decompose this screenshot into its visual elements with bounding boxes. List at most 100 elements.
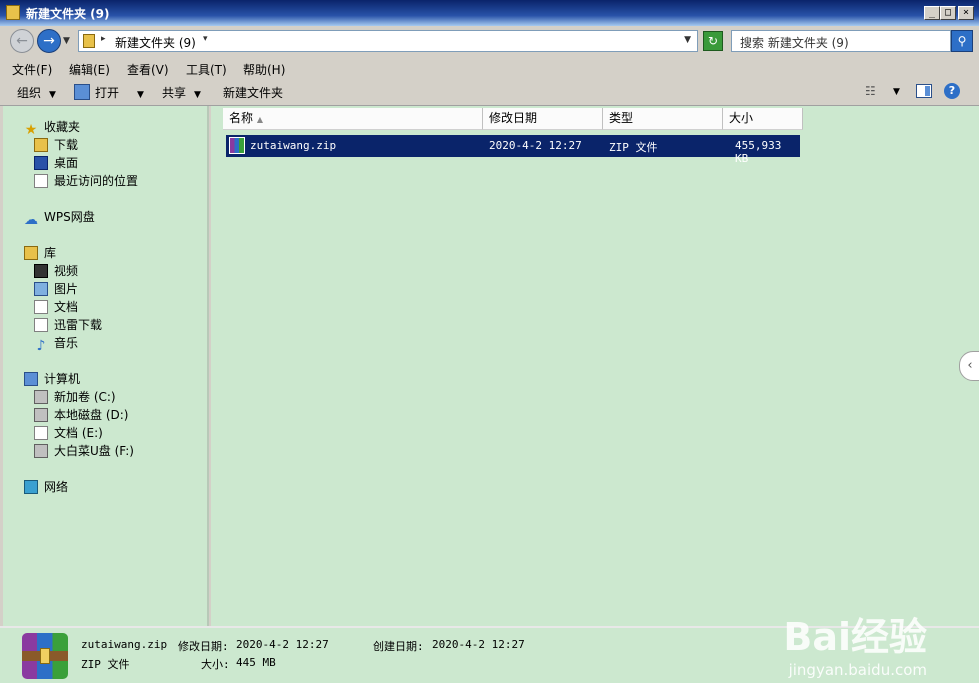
breadcrumb-chevron-icon[interactable]: ▾	[203, 34, 208, 44]
nav-label: 最近访问的位置	[54, 174, 139, 188]
library-icon	[24, 246, 38, 260]
nav-item-drive-f[interactable]: 大白菜U盘 (F:)	[34, 442, 134, 459]
details-filename: zutaiwang.zip	[81, 638, 168, 651]
recent-pages-dropdown[interactable]: ▼	[63, 36, 70, 46]
maximize-button[interactable]: □	[940, 6, 956, 20]
computer-icon	[24, 372, 38, 386]
details-pane: zutaiwang.zip 修改日期: 2020-4-2 12:27 创建日期:…	[0, 615, 979, 683]
menu-tools[interactable]: 工具(T)	[186, 61, 227, 78]
nav-label: 图片	[54, 282, 79, 296]
view-options-icon[interactable]: ☷	[865, 84, 876, 98]
archive-buckle	[40, 648, 50, 664]
table-row[interactable]: zutaiwang.zip 2020-4-2 12:27 ZIP 文件 455,…	[226, 135, 800, 165]
file-size: 455,933 KB	[735, 139, 782, 165]
picture-icon	[34, 282, 48, 296]
nav-label: 迅雷下载	[54, 318, 103, 332]
downloads-folder-icon	[34, 138, 48, 152]
file-list: 名称 ▲ 修改日期 类型 大小 zutaiwang.zip 2020-4-2 1…	[211, 106, 957, 626]
share-label: 共享	[162, 86, 187, 100]
search-button[interactable]: ⚲	[951, 30, 973, 52]
drive-icon	[34, 426, 48, 440]
column-header-name[interactable]: 名称 ▲	[223, 108, 483, 130]
title-bar: 新建文件夹 (9) _ □ ×	[0, 0, 979, 26]
nav-item-videos[interactable]: 视频	[34, 262, 78, 279]
nav-network[interactable]: 网络	[24, 478, 68, 495]
address-box[interactable]: ▸ 新建文件夹 (9) ▾ ▼	[78, 30, 698, 52]
nav-item-drive-d[interactable]: 本地磁盘 (D:)	[34, 406, 128, 423]
breadcrumb[interactable]: 新建文件夹 (9)	[115, 34, 196, 51]
nav-label: WPS网盘	[44, 210, 95, 224]
music-note-icon: ♪	[36, 338, 46, 354]
preview-pane-icon[interactable]	[916, 84, 932, 98]
search-input[interactable]: 搜索 新建文件夹 (9)	[731, 30, 951, 52]
details-modified-label: 修改日期:	[178, 640, 229, 653]
menu-bar: 文件(F) 编辑(E) 查看(V) 工具(T) 帮助(H)	[0, 58, 979, 78]
details-size: 445 MB	[236, 656, 276, 669]
organize-label: 组织	[17, 86, 42, 100]
minimize-button[interactable]: _	[924, 6, 940, 20]
nav-label: 桌面	[54, 156, 79, 170]
nav-item-desktop[interactable]: 桌面	[34, 154, 78, 171]
nav-wps-cloud[interactable]: ☁ WPS网盘	[24, 208, 95, 227]
nav-item-downloads[interactable]: 下载	[34, 136, 78, 153]
cloud-icon: ☁	[24, 212, 38, 228]
folder-icon	[6, 5, 20, 20]
zip-archive-icon	[229, 137, 245, 154]
nav-label: 文档 (E:)	[54, 426, 103, 440]
forward-button[interactable]: →	[37, 29, 61, 53]
menu-edit[interactable]: 编辑(E)	[69, 61, 110, 78]
close-button[interactable]: ×	[958, 6, 974, 20]
new-folder-button[interactable]: 新建文件夹	[223, 84, 283, 101]
nav-item-music[interactable]: ♪ 音乐	[34, 334, 78, 353]
organize-button[interactable]: 组织 ▼	[17, 84, 56, 101]
document-icon	[34, 300, 48, 314]
desktop-icon	[34, 156, 48, 170]
column-header-type[interactable]: 类型	[603, 108, 723, 130]
search-icon: ⚲	[957, 34, 967, 48]
nav-label: 下载	[54, 138, 79, 152]
menu-view[interactable]: 查看(V)	[127, 61, 169, 78]
baidu-watermark: Bai经验	[783, 615, 927, 659]
network-icon	[24, 480, 38, 494]
right-pane-edge: ‹	[957, 106, 979, 626]
nav-item-thunder[interactable]: 迅雷下载	[34, 316, 102, 333]
recent-places-icon	[34, 174, 48, 188]
back-button[interactable]: ←	[10, 29, 34, 53]
column-header-modified[interactable]: 修改日期	[483, 108, 603, 130]
file-type: ZIP 文件	[609, 141, 658, 154]
nav-item-recent[interactable]: 最近访问的位置	[34, 172, 138, 189]
details-modified: 2020-4-2 12:27	[236, 638, 329, 651]
help-icon[interactable]: ?	[944, 83, 960, 99]
column-label: 名称	[229, 111, 254, 125]
nav-favorites[interactable]: ★ 收藏夹	[24, 118, 80, 137]
nav-item-documents[interactable]: 文档	[34, 298, 78, 315]
column-header-size[interactable]: 大小	[723, 108, 803, 130]
details-created: 2020-4-2 12:27	[432, 638, 525, 651]
refresh-button[interactable]: ↻	[703, 31, 723, 51]
nav-item-drive-e[interactable]: 文档 (E:)	[34, 424, 103, 441]
hard-drive-icon	[34, 408, 48, 422]
nav-item-pictures[interactable]: 图片	[34, 280, 78, 297]
nav-item-drive-c[interactable]: 新加卷 (C:)	[34, 388, 116, 405]
chevron-down-icon: ▼	[137, 90, 144, 100]
menu-file[interactable]: 文件(F)	[12, 61, 52, 78]
open-icon	[74, 84, 90, 100]
view-dropdown-icon[interactable]: ▼	[893, 87, 900, 97]
usb-drive-icon	[34, 444, 48, 458]
nav-label: 库	[44, 246, 57, 260]
collapse-panel-button[interactable]: ‹	[959, 351, 979, 381]
address-dropdown-icon[interactable]: ▼	[684, 35, 691, 45]
open-button[interactable]: 打开 ▼	[74, 84, 144, 101]
video-icon	[34, 264, 48, 278]
search-placeholder: 搜索 新建文件夹 (9)	[740, 36, 849, 50]
chevron-left-icon: ‹	[967, 358, 973, 373]
share-button[interactable]: 共享 ▼	[162, 84, 201, 101]
nav-label: 网络	[44, 480, 69, 494]
menu-help[interactable]: 帮助(H)	[243, 61, 285, 78]
nav-computer[interactable]: 计算机	[24, 370, 80, 387]
watermark-url: jingyan.baidu.com	[788, 661, 927, 679]
command-bar: 组织 ▼ 打开 ▼ 共享 ▼ 新建文件夹 ☷ ▼ ?	[0, 78, 979, 106]
details-size-label: 大小:	[201, 658, 230, 671]
nav-library[interactable]: 库	[24, 244, 56, 261]
breadcrumb-chevron-icon[interactable]: ▸	[101, 34, 106, 44]
